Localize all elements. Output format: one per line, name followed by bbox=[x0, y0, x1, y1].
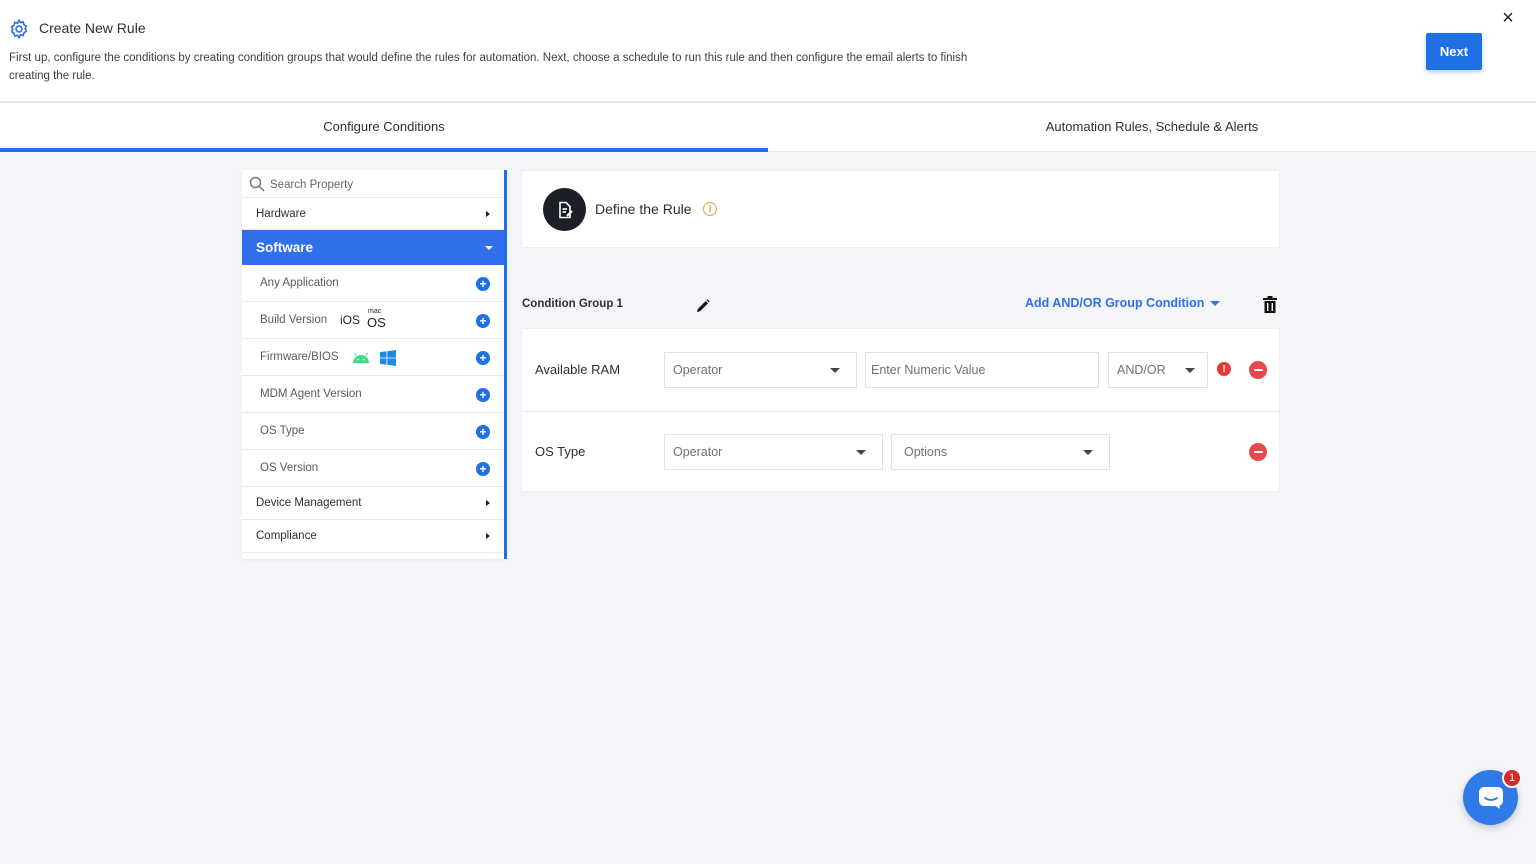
ios-badge: iOS bbox=[340, 313, 361, 327]
search-icon bbox=[249, 176, 265, 192]
options-select[interactable]: Options bbox=[891, 434, 1110, 470]
category-compliance[interactable]: Compliance bbox=[242, 520, 504, 553]
windows-icon bbox=[380, 350, 396, 366]
close-icon[interactable]: × bbox=[1499, 8, 1517, 28]
property-label: Firmware/BIOS bbox=[260, 351, 339, 363]
define-rule-card: Define the Rule i bbox=[521, 170, 1280, 248]
row-divider bbox=[522, 411, 1279, 412]
operator-value: Operator bbox=[673, 445, 723, 459]
category-label: Device Management bbox=[256, 497, 362, 509]
header: Create New Rule First up, configure the … bbox=[0, 0, 1536, 103]
property-label: Build Version bbox=[260, 314, 328, 326]
chevron-down-icon bbox=[830, 368, 840, 373]
tab-bar: Configure Conditions Automation Rules, S… bbox=[0, 103, 1536, 152]
category-hardware[interactable]: Hardware bbox=[242, 198, 504, 230]
search-property-input[interactable] bbox=[270, 175, 490, 195]
add-property-icon[interactable]: + bbox=[476, 462, 490, 476]
category-software[interactable]: Software bbox=[242, 230, 504, 265]
operator-select[interactable]: Operator bbox=[664, 352, 857, 388]
property-label: MDM Agent Version bbox=[260, 388, 362, 400]
remove-condition-icon[interactable] bbox=[1249, 361, 1267, 379]
condition-property-label: OS Type bbox=[535, 444, 586, 459]
remove-condition-icon[interactable] bbox=[1249, 443, 1267, 461]
add-property-icon[interactable]: + bbox=[476, 314, 490, 328]
category-label: Compliance bbox=[256, 530, 317, 542]
edit-pencil-icon[interactable] bbox=[696, 299, 710, 313]
condition-property-label: Available RAM bbox=[535, 362, 621, 377]
tab-automation-rules-schedule-alerts[interactable]: Automation Rules, Schedule & Alerts bbox=[768, 103, 1536, 152]
and-or-value: AND/OR bbox=[1117, 363, 1166, 377]
info-icon[interactable]: i bbox=[703, 202, 717, 216]
category-device-management[interactable]: Device Management bbox=[242, 487, 504, 520]
chevron-right-icon bbox=[486, 500, 490, 506]
operator-value: Operator bbox=[673, 363, 723, 377]
chat-icon bbox=[1478, 786, 1503, 809]
property-label: Any Application bbox=[260, 277, 339, 289]
add-property-icon[interactable]: + bbox=[476, 351, 490, 365]
operator-select[interactable]: Operator bbox=[664, 434, 883, 470]
property-build-version[interactable]: Build Version iOS mac OS + bbox=[242, 302, 504, 339]
page-title: Create New Rule bbox=[39, 20, 146, 36]
property-label: OS Version bbox=[260, 462, 319, 474]
add-property-icon[interactable]: + bbox=[476, 388, 490, 402]
add-group-condition-button[interactable]: Add AND/OR Group Condition bbox=[1025, 296, 1204, 310]
add-property-icon[interactable]: + bbox=[476, 277, 490, 291]
chevron-down-icon bbox=[1083, 450, 1093, 455]
chevron-down-icon bbox=[1185, 368, 1195, 373]
tab-configure-conditions[interactable]: Configure Conditions bbox=[0, 103, 768, 152]
property-label: OS Type bbox=[260, 425, 305, 437]
and-or-select[interactable]: AND/OR bbox=[1108, 352, 1208, 388]
category-label: Software bbox=[256, 240, 314, 255]
chevron-down-icon bbox=[856, 450, 866, 455]
page-description: First up, configure the conditions by cr… bbox=[9, 52, 968, 82]
property-os-version[interactable]: OS Version + bbox=[242, 450, 504, 487]
error-icon[interactable]: ! bbox=[1217, 362, 1231, 376]
property-sidebar: Hardware Software Any Application + Buil… bbox=[242, 170, 507, 559]
category-label: Hardware bbox=[256, 207, 306, 220]
notification-badge: 1 bbox=[1502, 768, 1522, 788]
chevron-down-icon bbox=[485, 245, 493, 250]
numeric-value-field[interactable] bbox=[865, 352, 1099, 388]
chevron-down-icon[interactable] bbox=[1210, 301, 1220, 306]
define-rule-title: Define the Rule bbox=[595, 201, 692, 217]
next-button[interactable]: Next bbox=[1426, 33, 1482, 70]
add-property-icon[interactable]: + bbox=[476, 425, 490, 439]
rule-document-icon bbox=[543, 188, 586, 231]
options-value: Options bbox=[904, 445, 948, 459]
property-os-type[interactable]: OS Type + bbox=[242, 413, 504, 450]
trash-icon[interactable] bbox=[1262, 296, 1278, 314]
chevron-right-icon bbox=[486, 533, 490, 539]
gear-icon bbox=[10, 18, 28, 40]
condition-group-label: Condition Group 1 bbox=[522, 298, 623, 310]
macos-badge-bottom: OS bbox=[367, 315, 386, 330]
numeric-value-input[interactable] bbox=[871, 361, 1091, 379]
property-firmware-bios[interactable]: Firmware/BIOS + bbox=[242, 339, 504, 376]
conditions-card: Available RAM Operator AND/OR ! OS Type … bbox=[521, 328, 1280, 492]
android-icon bbox=[353, 352, 369, 363]
property-search bbox=[242, 170, 504, 198]
property-any-application[interactable]: Any Application + bbox=[242, 265, 504, 302]
macos-badge-top: mac bbox=[368, 308, 382, 315]
chevron-right-icon bbox=[486, 210, 490, 217]
property-mdm-agent-version[interactable]: MDM Agent Version + bbox=[242, 376, 504, 413]
